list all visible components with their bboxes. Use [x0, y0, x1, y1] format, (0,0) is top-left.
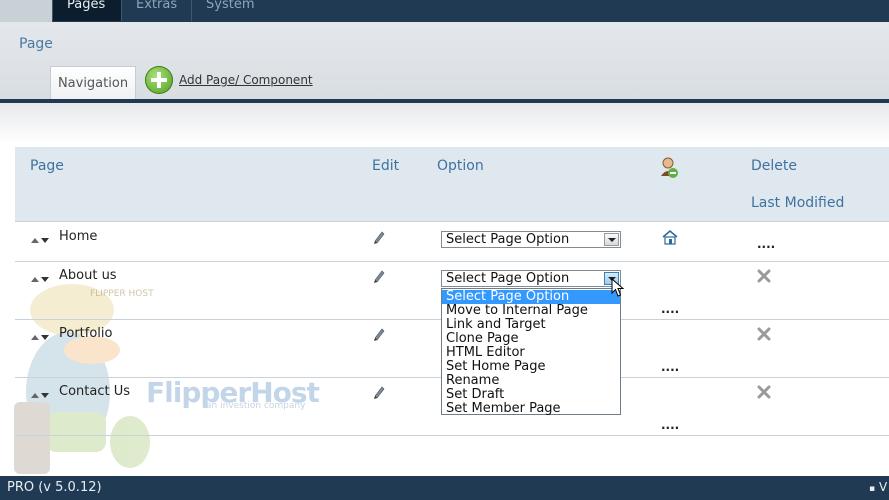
brand-tagline: an investion company	[206, 401, 306, 411]
last-modified-value: ....	[661, 302, 680, 316]
col-page-header[interactable]: Page	[30, 158, 64, 174]
mouse-cursor-icon	[611, 278, 625, 297]
dropdown-option[interactable]: Link and Target	[442, 318, 620, 332]
delete-x-icon[interactable]	[756, 268, 772, 284]
sort-arrows[interactable]	[31, 333, 51, 343]
chevron-down-icon[interactable]	[604, 233, 619, 246]
svg-text:FLIPPER HOST: FLIPPER HOST	[90, 289, 154, 299]
add-page-component-link[interactable]: Add Page/ Component	[179, 73, 313, 87]
dropdown-option[interactable]: Rename	[442, 374, 620, 388]
last-modified-value: ....	[661, 360, 680, 374]
dropdown-option[interactable]: HTML Editor	[442, 346, 620, 360]
dropdown-option[interactable]: Clone Page	[442, 332, 620, 346]
mascot-watermark: FLIPPER HOST	[14, 284, 154, 474]
version-label: PRO (v 5.0.12)	[7, 480, 102, 495]
page-option-select[interactable]: Select Page Option	[441, 231, 621, 248]
dropdown-option[interactable]: Move to Internal Page	[442, 304, 620, 318]
last-modified-value: ....	[757, 237, 776, 251]
sort-arrows[interactable]	[31, 236, 51, 246]
member-icon	[661, 157, 678, 178]
dropdown-option[interactable]: Set Member Page	[442, 402, 620, 416]
page-name: Portfolio	[59, 326, 113, 341]
delete-x-icon[interactable]	[756, 384, 772, 400]
col-last-modified-header: Last Modified	[751, 195, 845, 211]
sort-arrows[interactable]	[31, 391, 51, 401]
dropdown-option[interactable]: Set Draft	[442, 388, 620, 402]
col-option-header: Option	[437, 158, 484, 174]
last-modified-value: ....	[661, 418, 680, 432]
page-name: Contact Us	[59, 384, 130, 399]
add-icon[interactable]	[145, 66, 173, 94]
top-nav-bar: Pages Extras System	[0, 0, 889, 22]
sort-arrows[interactable]	[31, 275, 51, 285]
footer-right-label: ▪ V	[869, 480, 888, 494]
page-title: Page	[19, 36, 53, 52]
page-option-dropdown-list[interactable]: Select Page Option Move to Internal Page…	[441, 288, 621, 416]
dropdown-option[interactable]: Select Page Option	[442, 290, 620, 304]
edit-pencil-icon[interactable]	[372, 385, 386, 399]
delete-x-icon[interactable]	[756, 326, 772, 342]
edit-pencil-icon[interactable]	[372, 327, 386, 341]
tab-pages[interactable]: Pages	[52, 0, 121, 21]
home-icon	[662, 229, 678, 245]
tab-navigation[interactable]: Navigation	[50, 66, 136, 100]
tab-system[interactable]: System	[191, 0, 269, 21]
edit-pencil-icon[interactable]	[372, 269, 386, 283]
page-option-select-open[interactable]: Select Page Option	[441, 270, 621, 287]
tab-extras[interactable]: Extras	[121, 0, 191, 21]
status-bar	[0, 476, 889, 500]
col-edit-header: Edit	[372, 158, 400, 174]
dropdown-option[interactable]: Set Home Page	[442, 360, 620, 374]
footer-icon: ▪	[869, 484, 876, 494]
col-delete-header: Delete	[751, 158, 797, 174]
page-name: Home	[59, 229, 98, 244]
page-name: About us	[59, 268, 117, 283]
edit-pencil-icon[interactable]	[372, 230, 386, 244]
